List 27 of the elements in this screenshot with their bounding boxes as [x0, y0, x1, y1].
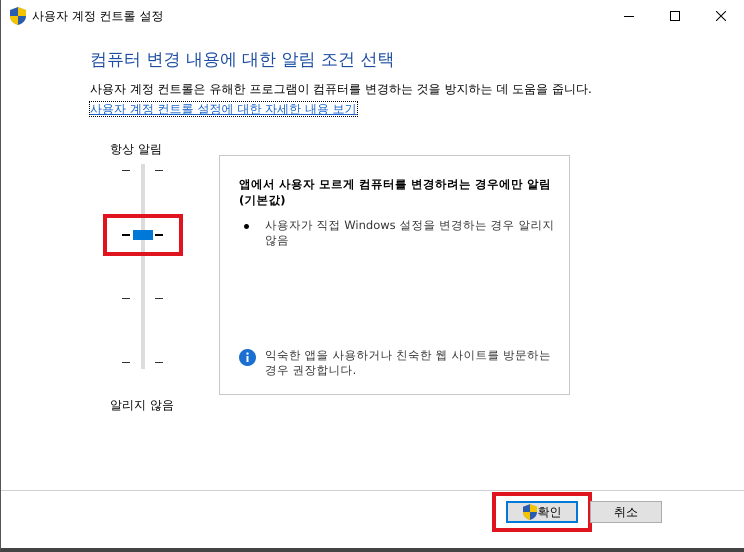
window-title: 사용자 계정 컨트롤 설정	[32, 8, 164, 25]
panel-title: 앱에서 사용자 모르게 컴퓨터를 변경하려는 경우에만 알림 (기본값)	[239, 176, 552, 208]
tick-mark	[122, 234, 130, 236]
shield-icon	[10, 7, 26, 25]
shield-icon	[522, 504, 536, 520]
maximize-icon	[670, 11, 680, 21]
tick-mark	[155, 170, 163, 171]
slider-bottom-label: 알리지 않음	[110, 398, 175, 412]
cancel-button[interactable]: 취소	[590, 501, 662, 523]
recommendation-note: 익숙한 앱을 사용하거나 친숙한 웹 사이트를 방문하는 경우 권장합니다.	[265, 348, 552, 378]
description-text: 사용자 계정 컨트롤은 유해한 프로그램이 컴퓨터를 변경하는 것을 방지하는 데 도움을 줍니다.	[90, 82, 593, 96]
slider-thumb[interactable]	[133, 230, 153, 240]
tick-mark	[155, 362, 163, 363]
slider-track[interactable]	[141, 164, 145, 369]
tick-mark	[122, 170, 130, 171]
page-heading: 컴퓨터 변경 내용에 대한 알림 조건 선택	[90, 49, 396, 71]
info-icon	[239, 349, 256, 366]
tick-mark	[122, 362, 130, 363]
ok-button[interactable]: 확인	[506, 501, 578, 523]
tick-mark	[122, 298, 130, 299]
tick-mark	[155, 298, 163, 299]
help-link[interactable]: 사용자 계정 컨트롤 설정에 대한 자세한 내용 보기	[90, 102, 357, 116]
bullet-text: 사용자가 직접 Windows 설정을 변경하는 경우 알리지 않음	[265, 218, 555, 248]
close-icon	[716, 11, 726, 21]
bullet-icon	[244, 224, 249, 229]
tick-mark	[155, 234, 163, 236]
slider-top-label: 항상 알림	[110, 142, 163, 156]
